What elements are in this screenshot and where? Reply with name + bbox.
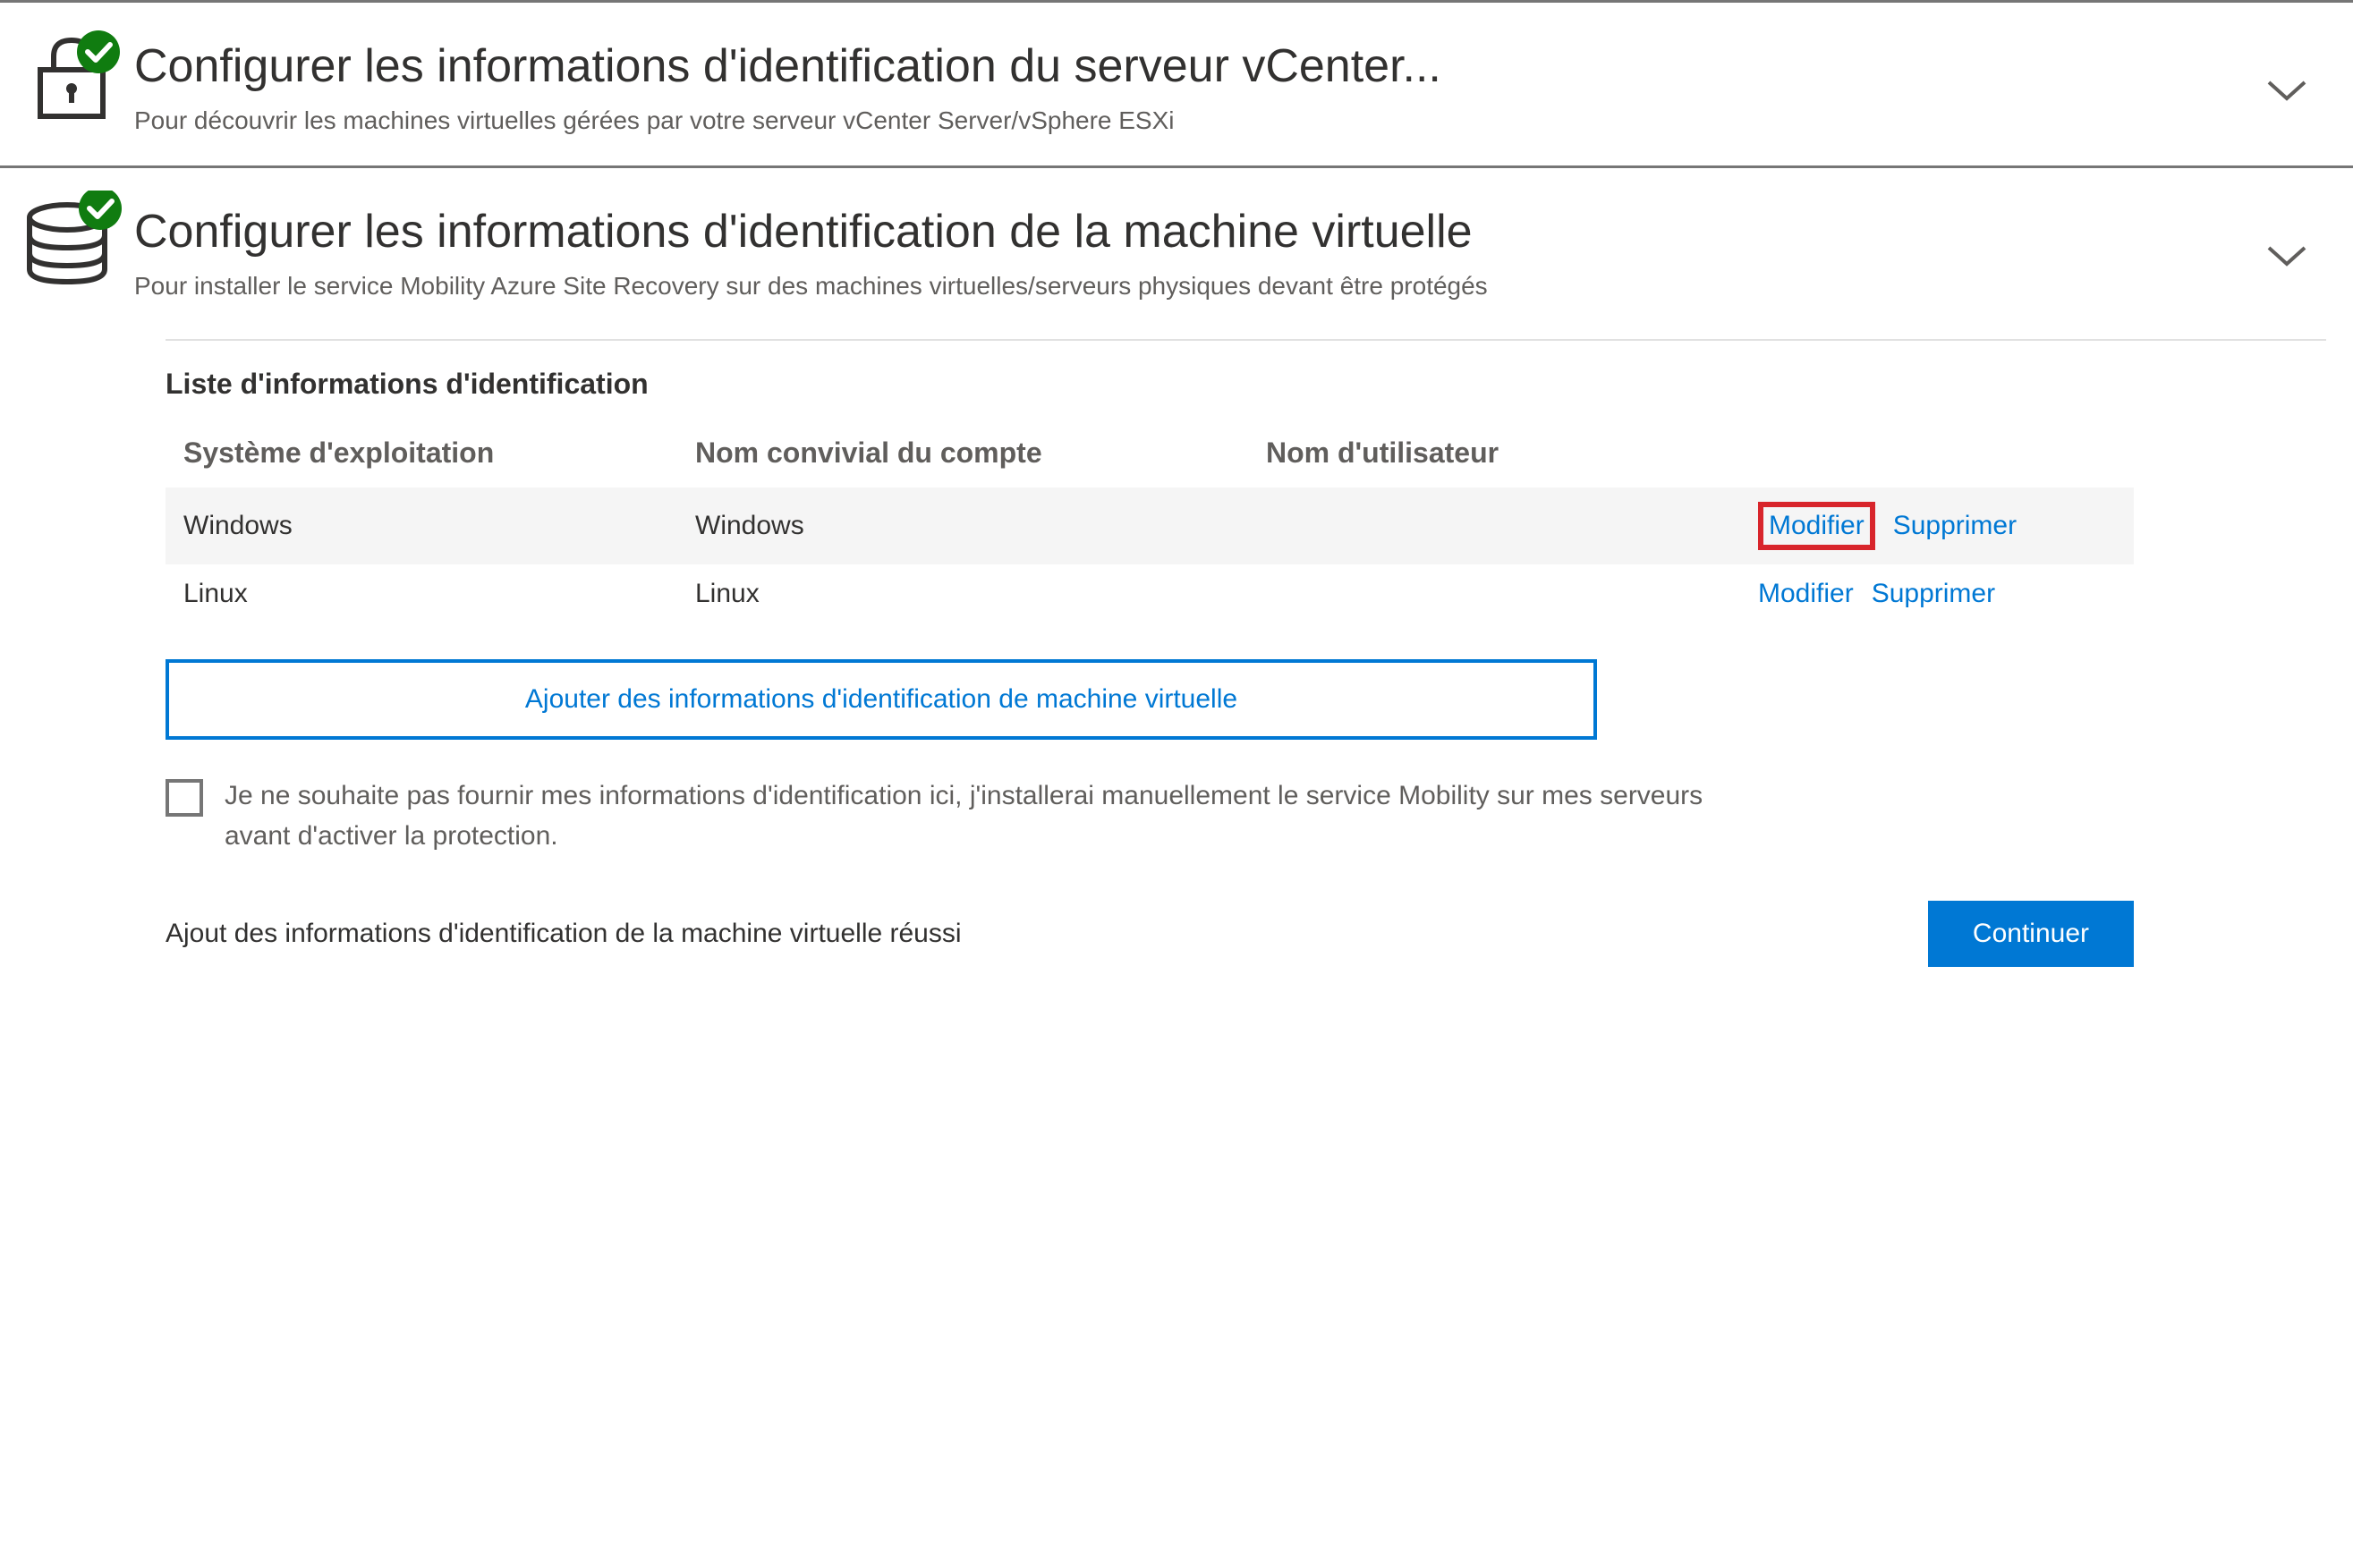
delete-link[interactable]: Supprimer <box>1872 579 1995 608</box>
cell-actions: Modifier Supprimer <box>1740 487 2134 564</box>
col-os: Système d'exploitation <box>166 419 677 487</box>
col-actions <box>1740 419 2134 487</box>
col-username: Nom d'utilisateur <box>1248 419 1740 487</box>
table-row: Linux Linux Modifier Supprimer <box>166 564 2134 623</box>
credentials-list-title: Liste d'informations d'identification <box>166 368 2326 401</box>
chevron-down-icon[interactable] <box>2265 244 2308 275</box>
cell-actions: Modifier Supprimer <box>1740 564 2134 623</box>
cell-os: Windows <box>166 487 677 564</box>
status-message: Ajout des informations d'identification … <box>166 919 962 949</box>
table-row: Windows Windows Modifier Supprimer <box>166 487 2134 564</box>
section-vm-credentials[interactable]: Configurer les informations d'identifica… <box>0 168 2353 331</box>
skip-credentials-option: Je ne souhaite pas fournir mes informati… <box>166 776 2326 856</box>
cell-username <box>1248 487 1740 564</box>
edit-link[interactable]: Modifier <box>1769 511 1865 540</box>
skip-checkbox[interactable] <box>166 779 203 817</box>
section-title: Configurer les informations d'identifica… <box>134 38 2102 94</box>
subsection-divider <box>166 339 2326 341</box>
table-header-row: Système d'exploitation Nom convivial du … <box>166 419 2134 487</box>
section-subtitle: Pour installer le service Mobility Azure… <box>134 268 1924 303</box>
cell-username <box>1248 564 1740 623</box>
vm-credentials-panel: Liste d'informations d'identification Sy… <box>0 330 2353 967</box>
col-friendly-name: Nom convivial du compte <box>677 419 1248 487</box>
cell-friendly-name: Windows <box>677 487 1248 564</box>
section-subtitle: Pour découvrir les machines virtuelles g… <box>134 103 1924 138</box>
cell-os: Linux <box>166 564 677 623</box>
credentials-table: Système d'exploitation Nom convivial du … <box>166 419 2134 623</box>
section-vcenter-credentials[interactable]: Configurer les informations d'identifica… <box>0 3 2353 165</box>
chevron-down-icon[interactable] <box>2265 79 2308 110</box>
lock-with-check-icon <box>9 30 134 119</box>
add-vm-credentials-button[interactable]: Ajouter des informations d'identificatio… <box>166 659 1597 740</box>
highlight-annotation: Modifier <box>1758 502 1875 550</box>
cell-friendly-name: Linux <box>677 564 1248 623</box>
section-title: Configurer les informations d'identifica… <box>134 204 2102 259</box>
database-with-check-icon <box>9 195 134 284</box>
edit-link[interactable]: Modifier <box>1758 579 1854 608</box>
continue-button[interactable]: Continuer <box>1928 901 2134 967</box>
skip-checkbox-label: Je ne souhaite pas fournir mes informati… <box>225 776 1746 856</box>
footer-row: Ajout des informations d'identification … <box>166 901 2134 967</box>
delete-link[interactable]: Supprimer <box>1893 511 2017 540</box>
